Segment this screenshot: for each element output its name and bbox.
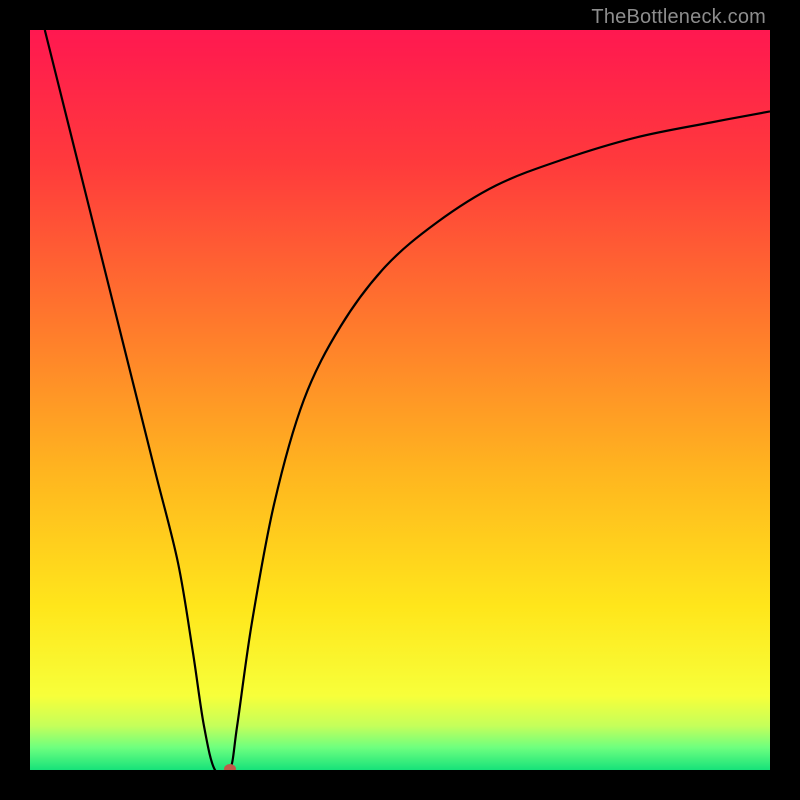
- bottleneck-curve: [45, 30, 770, 770]
- curve-svg: [30, 30, 770, 770]
- chart-frame: TheBottleneck.com: [0, 0, 800, 800]
- plot-area: [30, 30, 770, 770]
- optimal-point-marker: [224, 764, 236, 770]
- watermark-text: TheBottleneck.com: [591, 6, 766, 29]
